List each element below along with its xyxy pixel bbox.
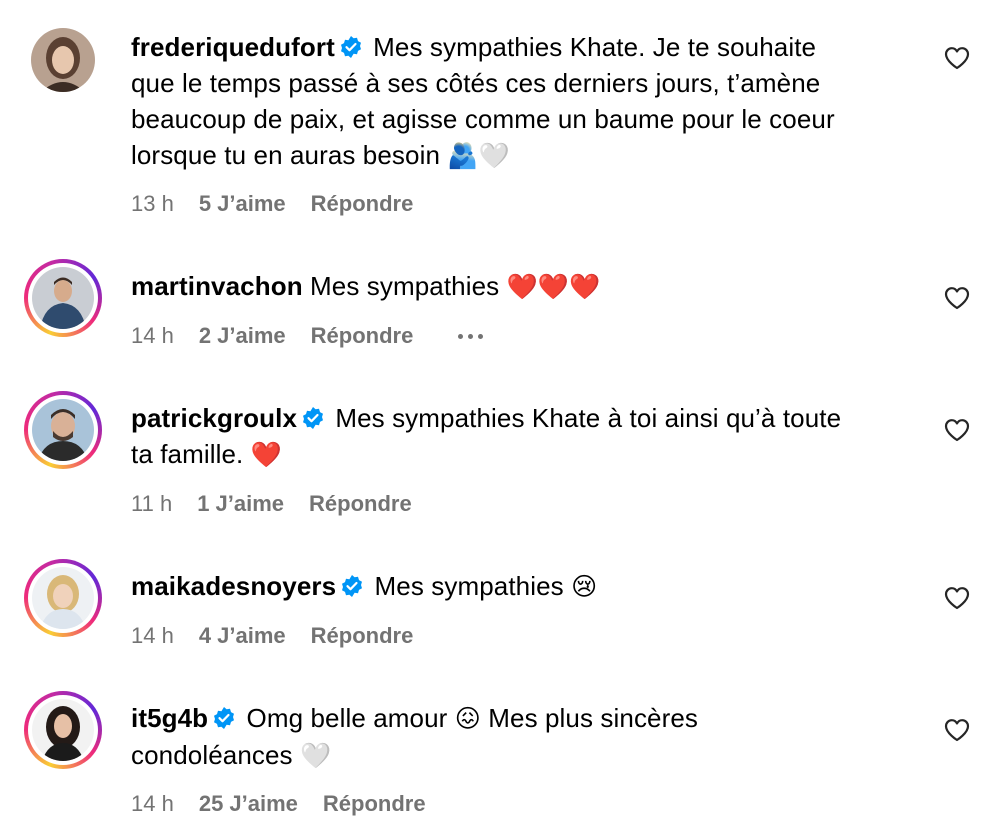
heart-outline-icon[interactable] [944, 418, 970, 442]
comment-text: Mes sympathies Khate à toi ainsi qu’à to… [335, 403, 842, 433]
heart-outline-icon[interactable] [944, 586, 970, 610]
avatar[interactable] [31, 28, 95, 92]
avatar[interactable] [24, 559, 102, 637]
likes-count[interactable]: 2 J’aime [199, 323, 286, 349]
comment-text: beaucoup de paix, et agisse comme un bau… [131, 104, 835, 134]
comment-text: Omg belle amour [246, 703, 448, 733]
likes-count[interactable]: 1 J’aime [197, 491, 284, 517]
username[interactable]: frederiquedufort [131, 32, 335, 62]
timestamp: 14 h [131, 623, 174, 648]
comment-text: Mes sympathies [374, 571, 564, 601]
likes-count[interactable]: 5 J’aime [199, 191, 286, 217]
emoji: 🤍 [299, 741, 332, 770]
reply-button[interactable]: Répondre [311, 191, 414, 217]
emoji: 😖 [454, 704, 481, 733]
heart-outline-icon[interactable] [944, 718, 970, 742]
verified-badge-icon [340, 574, 364, 598]
verified-badge-icon [339, 35, 363, 59]
comment-text: Mes sympathies [310, 271, 500, 301]
comment-text: Mes plus sincères [488, 703, 699, 733]
emoji: ❤️ [250, 440, 282, 469]
comment-text: ta famille. [131, 439, 244, 469]
username[interactable]: maikadesnoyers [131, 571, 336, 601]
emoji: 😢 [571, 572, 598, 601]
avatar[interactable] [24, 259, 102, 337]
reply-button[interactable]: Répondre [311, 323, 414, 349]
avatar[interactable] [24, 391, 102, 469]
username[interactable]: patrickgroulx [131, 403, 297, 433]
timestamp: 11 h [131, 491, 173, 516]
timestamp: 14 h [131, 323, 174, 348]
avatar[interactable] [24, 691, 102, 769]
comment-text: Mes sympathies Khate. Je te souhaite [373, 32, 817, 62]
username[interactable]: martinvachon [131, 271, 303, 301]
ellipsis-icon[interactable] [458, 333, 484, 339]
timestamp: 14 h [131, 791, 174, 816]
emoji: 🫂🤍 [447, 141, 510, 170]
comment-text: que le temps passé à ses côtés ces derni… [131, 68, 821, 98]
reply-button[interactable]: Répondre [323, 791, 426, 817]
reply-button[interactable]: Répondre [311, 623, 414, 649]
heart-outline-icon[interactable] [944, 286, 970, 310]
likes-count[interactable]: 25 J’aime [199, 791, 298, 817]
comment-text: condoléances [131, 740, 293, 770]
likes-count[interactable]: 4 J’aime [199, 623, 286, 649]
emoji: ❤️❤️❤️ [506, 272, 601, 301]
verified-badge-icon [212, 706, 236, 730]
username[interactable]: it5g4b [131, 703, 208, 733]
verified-badge-icon [301, 406, 325, 430]
timestamp: 13 h [131, 191, 174, 216]
reply-button[interactable]: Répondre [309, 491, 412, 517]
heart-outline-icon[interactable] [944, 46, 970, 70]
comment-text: lorsque tu en auras besoin [131, 140, 441, 170]
